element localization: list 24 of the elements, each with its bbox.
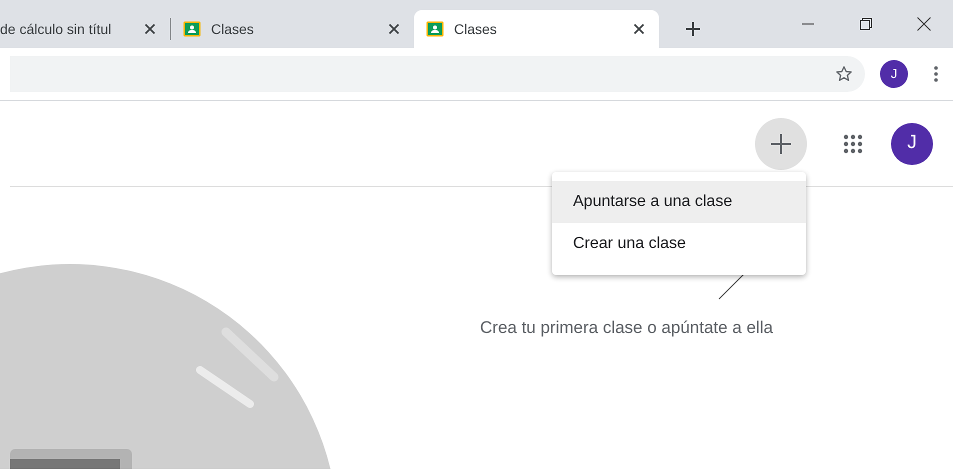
close-tab-icon[interactable] <box>631 21 647 37</box>
account-avatar[interactable]: J <box>891 122 933 164</box>
tab-title: de cálculo sin títul <box>0 20 112 38</box>
apps-grid-icon <box>842 132 864 154</box>
empty-state-message: Crea tu primera clase o apúntate a ella <box>480 317 773 339</box>
more-icon[interactable] <box>934 66 938 82</box>
star-icon[interactable] <box>835 65 853 83</box>
close-icon <box>917 17 931 31</box>
tab-title: Clases <box>211 20 255 38</box>
close-tab-icon[interactable] <box>386 21 402 37</box>
browser-tab[interactable]: Clases <box>171 10 414 48</box>
restore-icon <box>860 18 872 30</box>
close-tab-icon[interactable] <box>142 21 158 37</box>
browser-tab[interactable]: de cálculo sin títul <box>0 10 170 48</box>
browser-tab[interactable]: Clases <box>414 10 659 48</box>
profile-avatar[interactable]: J <box>880 60 908 88</box>
plus-icon <box>685 21 701 37</box>
menu-item[interactable]: Crear una clase <box>552 223 806 265</box>
leader-line <box>718 272 746 300</box>
minimize-icon <box>802 23 814 25</box>
tab-title: Clases <box>454 20 498 38</box>
plus-icon <box>770 132 792 154</box>
menu-item[interactable]: Apuntarse a una clase <box>552 181 806 223</box>
add-button[interactable] <box>755 118 807 170</box>
